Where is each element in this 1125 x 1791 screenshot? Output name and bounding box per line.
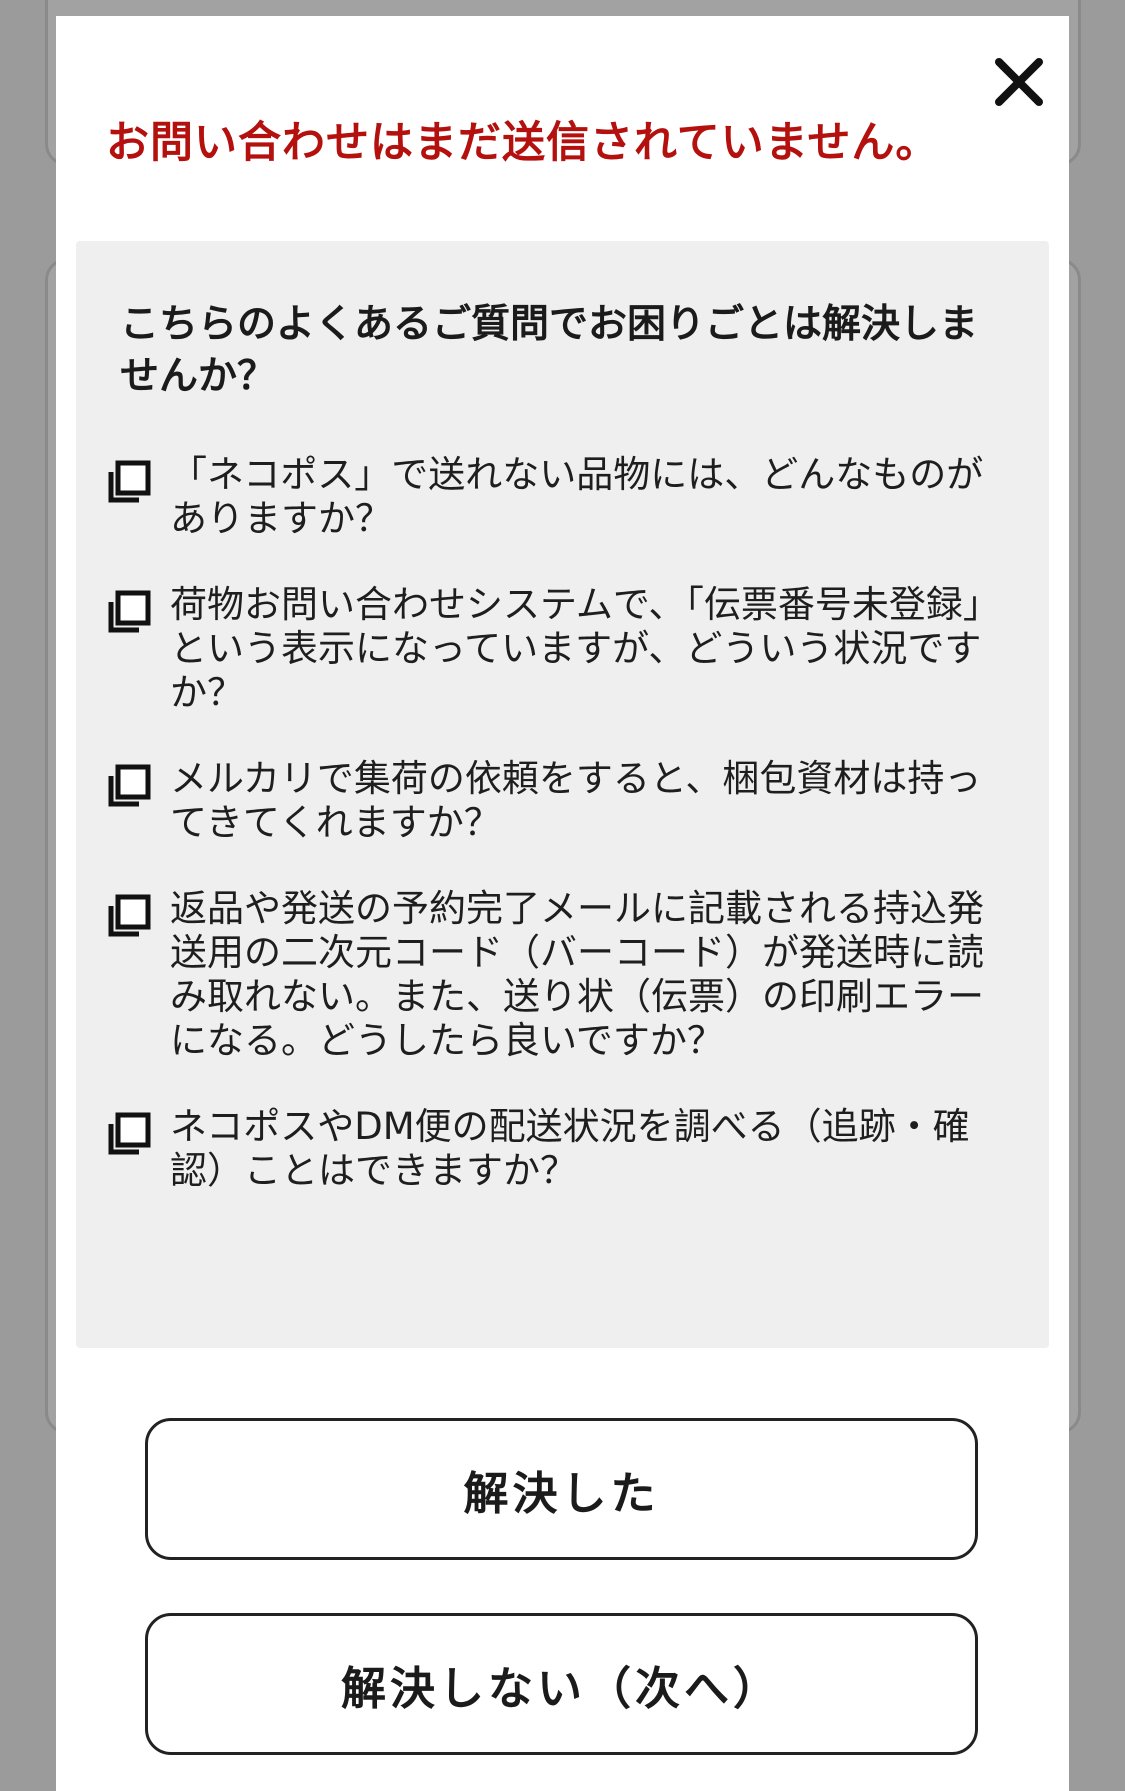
faq-link-item[interactable]: 「ネコポス」で送れない品物には、どんなものがありますか？ (106, 453, 1011, 541)
faq-question: こちらのよくあるご質問でお困りごとは解決しませんか？ (120, 302, 979, 399)
resolved-button[interactable]: 解決した (145, 1418, 978, 1560)
copy-icon (106, 589, 152, 635)
copy-icon (106, 1111, 152, 1157)
copy-icon (106, 893, 152, 939)
faq-list: 「ネコポス」で送れない品物には、どんなものがありますか？ 荷物お問い合わせシステ… (106, 453, 1011, 1235)
faq-link-text: 返品や発送の予約完了メールに記載される持込発送用の二次元コード（バーコード）が発… (170, 887, 984, 1062)
not-resolved-next-button[interactable]: 解決しない（次へ） (145, 1613, 978, 1755)
faq-link-item[interactable]: ネコポスやDM便の配送状況を調べる（追跡・確認）ことはできますか？ (106, 1105, 1011, 1193)
modal-title: お問い合わせはまだ送信されていません。 (106, 118, 940, 168)
inquiry-modal: お問い合わせはまだ送信されていません。 こちらのよくあるご質問でお困りごとは解決… (56, 16, 1069, 1791)
faq-link-text: メルカリで集荷の依頼をすると、梱包資材は持ってきてくれますか？ (170, 757, 982, 844)
faq-link-item[interactable]: メルカリで集荷の依頼をすると、梱包資材は持ってきてくれますか？ (106, 757, 1011, 845)
copy-icon (106, 763, 152, 809)
faq-link-text: 荷物お問い合わせシステムで、「伝票番号未登録」という表示になっていますが、どうい… (170, 583, 1000, 714)
close-icon (995, 58, 1043, 106)
faq-link-item[interactable]: 荷物お問い合わせシステムで、「伝票番号未登録」という表示になっていますが、どうい… (106, 583, 1011, 715)
faq-link-text: ネコポスやDM便の配送状況を調べる（追跡・確認）ことはできますか？ (170, 1105, 970, 1192)
faq-panel: こちらのよくあるご質問でお困りごとは解決しませんか？ 「ネコポス」で送れない品物… (76, 241, 1049, 1348)
faq-link-item[interactable]: 返品や発送の予約完了メールに記載される持込発送用の二次元コード（バーコード）が発… (106, 887, 1011, 1063)
close-button[interactable] (991, 54, 1047, 110)
copy-icon (106, 459, 152, 505)
faq-link-text: 「ネコポス」で送れない品物には、どんなものがありますか？ (170, 453, 984, 540)
